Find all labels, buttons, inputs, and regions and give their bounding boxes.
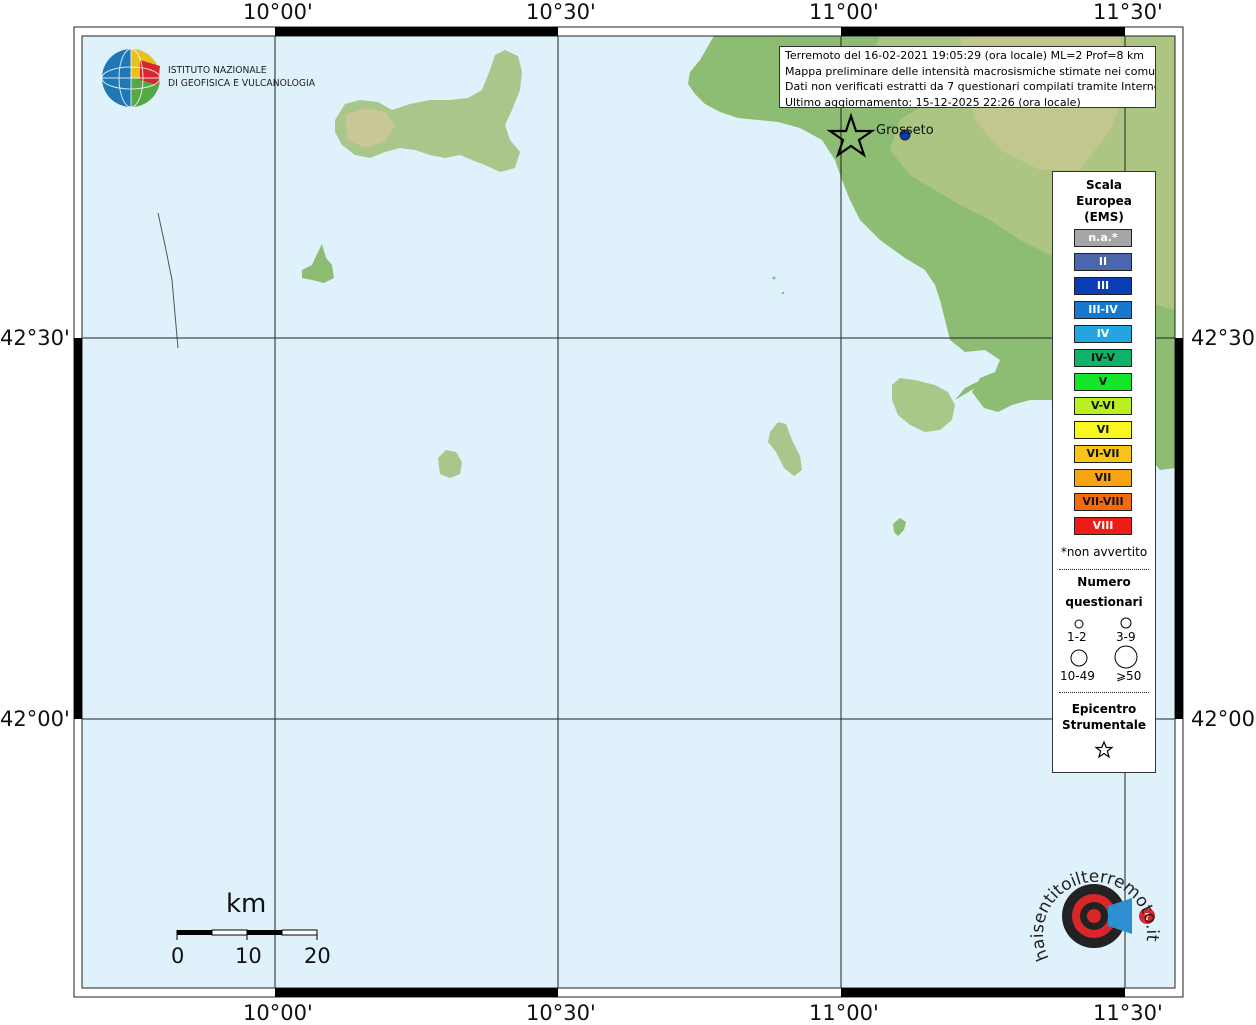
legend-item-11: VII-VIII [1074,493,1132,511]
legend-item-0: n.a.* [1074,229,1132,247]
ingv-line-1: ISTITUTO NAZIONALE [168,65,267,76]
lon-label-bottom-2: 10°30' [526,1001,596,1025]
count-label-1-2: 1-2 [1067,630,1087,644]
lon-label-top-4: 11°30' [1093,0,1163,24]
legend-item-2: III [1074,277,1132,295]
legend-separator [1059,569,1149,570]
ingv-logo-icon [101,48,161,108]
lon-label-bottom-1: 10°00' [243,1001,313,1025]
legend-item-12: VIII [1074,517,1132,535]
event-info-box: Terremoto del 16-02-2021 19:05:29 (ora l… [779,46,1156,108]
count-circle-10-49 [1070,649,1088,667]
legend-panel: Scala Europea (EMS) n.a.* II III III-IV IV IV… [1052,171,1156,773]
lon-label-bottom-4: 11°30' [1093,1001,1163,1025]
info-line-1: Terremoto del 16-02-2021 19:05:29 (ora l… [785,49,1145,62]
count-circle-1-2 [1074,619,1084,629]
legend-item-10: VII [1074,469,1132,487]
legend-title-3: (EMS) [1084,210,1124,224]
legend-item-4: IV [1074,325,1132,343]
count-label-3-9: 3-9 [1116,630,1136,644]
info-line-2: Mappa preliminare delle intensità macros… [785,64,1156,78]
lon-label-top-1: 10°00' [243,0,313,24]
count-label-10-49: 10-49 [1060,669,1095,683]
lon-label-top-3: 11°00' [809,0,879,24]
lat-label-right-1: 42°30' [1191,326,1256,350]
legend-item-3: III-IV [1074,301,1132,319]
legend-item-6: V [1074,373,1132,391]
lat-label-left-2: 42°00' [0,707,70,731]
scale-unit-label: km [226,889,267,919]
legend-item-8: VI [1074,421,1132,439]
lat-label-right-2: 42°00' [1191,707,1256,731]
legend-item-7: V-VI [1074,397,1132,415]
legend-separator-2 [1059,692,1149,693]
legend-count-title-1: Numero [1077,575,1131,589]
legend-item-9: VI-VII [1074,445,1132,463]
legend-item-1: II [1074,253,1132,271]
formiche-islet [772,276,776,280]
ingv-line-2: DI GEOFISICA E VULCANOLOGIA [168,78,316,89]
scale-tick-0: 0 [171,944,185,968]
count-label-50: ⩾50 [1116,669,1142,683]
legend-count-title-2: questionari [1065,595,1143,609]
lon-label-bottom-3: 11°00' [809,1001,879,1025]
legend-star-icon [1094,740,1114,759]
legend-epi-title-2: Strumentale [1061,718,1147,732]
formiche-islet-2 [781,291,785,295]
legend-epi-title-1: Epicentro [1071,702,1137,716]
ingv-logo-text: ISTITUTO NAZIONALE DI GEOFISICA E VULCAN… [168,64,315,90]
info-line-4: Ultimo aggiornamento: 15-12-2025 22:26 (… [785,95,1081,108]
lat-label-left-1: 42°30' [0,326,70,350]
count-circle-3-9 [1120,617,1132,629]
scale-tick-10: 10 [235,944,262,968]
legend-title-1: Scala [1085,178,1123,192]
info-line-3: Dati non verificati estratti da 7 questi… [785,80,1156,93]
legend-title-2: Europea [1076,194,1132,208]
city-label-grosseto: Grosseto [876,123,934,138]
scale-tick-20: 20 [304,944,331,968]
legend-na-note: *non avvertito [1060,545,1148,559]
lon-label-top-2: 10°30' [526,0,596,24]
legend-item-5: IV-V [1074,349,1132,367]
count-circle-50 [1114,645,1138,669]
